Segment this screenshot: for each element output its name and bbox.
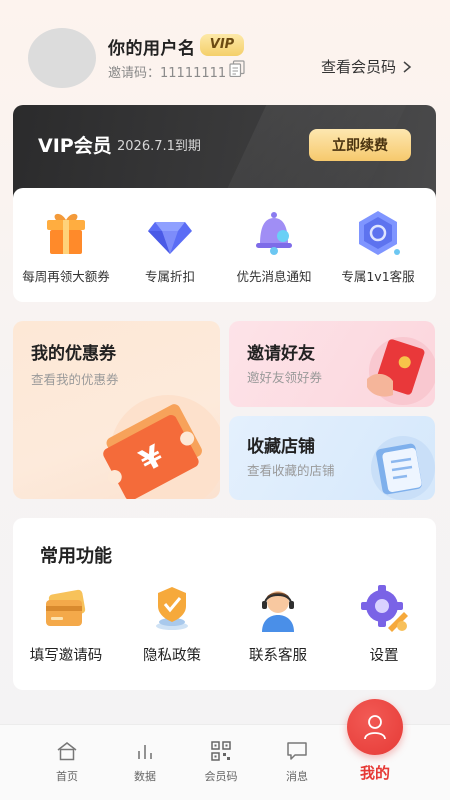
invite-card-title: 邀请好友: [247, 344, 315, 364]
benefit-label: 专属1v1客服: [341, 269, 415, 284]
benefit-priority-notify[interactable]: 优先消息通知: [221, 208, 327, 285]
nav-mine-button[interactable]: [347, 699, 403, 755]
invite-code-value: 11111111: [160, 66, 227, 81]
function-contact-support[interactable]: 联系客服: [225, 582, 331, 665]
chevron-right-icon: [403, 61, 412, 73]
function-enter-invite-code[interactable]: 填写邀请码: [13, 582, 119, 665]
function-label: 填写邀请码: [29, 648, 103, 664]
avatar[interactable]: [28, 28, 96, 88]
common-functions-title: 常用功能: [40, 546, 112, 567]
benefit-exclusive-discount[interactable]: 专属折扣: [117, 208, 223, 285]
nav-label: 消息: [286, 770, 308, 783]
nav-mine-label[interactable]: 我的: [345, 762, 405, 783]
vip-title: VIP会员: [38, 135, 112, 157]
bar-chart-icon: [138, 745, 152, 759]
invite-friends-card[interactable]: 邀请好友 邀好友领好券: [229, 321, 435, 407]
function-privacy-policy[interactable]: 隐私政策: [119, 582, 225, 665]
username: 你的用户名: [108, 39, 196, 59]
coupon-card-title: 我的优惠券: [31, 344, 116, 364]
vip-badge: VIP: [200, 34, 244, 56]
my-coupons-card[interactable]: 我的优惠券 查看我的优惠券 ¥: [13, 321, 220, 499]
home-icon: [57, 742, 77, 761]
common-functions-panel: 常用功能 填写邀请码 隐私政策 联系客服 设置: [13, 518, 436, 690]
message-icon: [287, 742, 307, 760]
function-label: 隐私政策: [143, 648, 201, 664]
invite-card-subtitle: 邀好友领好券: [247, 370, 323, 385]
support-agent-icon: [262, 591, 294, 632]
invite-code-line: 邀请码：11111111: [108, 62, 226, 81]
shield-icon: [156, 587, 188, 630]
view-member-code-link[interactable]: 查看会员码: [321, 56, 412, 77]
gift-icon: [47, 213, 85, 254]
renew-button[interactable]: 立即续费: [309, 129, 411, 161]
nav-messages[interactable]: 消息: [267, 741, 327, 784]
benefit-label: 优先消息通知: [236, 269, 312, 284]
card-icon: [46, 589, 86, 626]
nav-home[interactable]: 首页: [37, 741, 97, 784]
copy-icon[interactable]: [229, 60, 245, 77]
qr-code-icon: [211, 741, 231, 761]
benefit-1v1-service[interactable]: 专属1v1客服: [325, 208, 431, 285]
nav-data[interactable]: 数据: [115, 741, 175, 784]
bell-icon: [256, 212, 292, 255]
nav-label: 数据: [134, 770, 156, 783]
nav-label: 首页: [56, 770, 78, 783]
vip-benefits-panel: 每周再领大额券 专属折扣 优先消息通知 专属1v1客服: [13, 188, 436, 302]
function-settings[interactable]: 设置: [331, 582, 437, 665]
favorites-card-title: 收藏店铺: [247, 437, 315, 457]
user-icon: [364, 715, 386, 740]
function-label: 设置: [369, 648, 399, 664]
benefit-label: 每周再领大额券: [22, 269, 110, 284]
benefit-label: 专属折扣: [144, 269, 195, 284]
customer-service-icon: [359, 211, 400, 255]
benefit-weekly-coupon[interactable]: 每周再领大额券: [13, 208, 119, 285]
favorite-shops-card[interactable]: 收藏店铺 查看收藏的店铺: [229, 416, 435, 500]
nav-member-code[interactable]: 会员码: [191, 741, 251, 784]
function-label: 联系客服: [249, 648, 307, 664]
profile-header: 你的用户名 VIP 邀请码：11111111 查看会员码: [28, 28, 428, 88]
red-envelope-icon: [367, 337, 435, 405]
settings-gear-icon: [361, 585, 408, 632]
coupon-ticket-icon: ¥: [103, 395, 220, 499]
wallet-icon: [371, 436, 435, 500]
invite-code-label: 邀请码：: [108, 66, 161, 81]
favorites-card-subtitle: 查看收藏的店铺: [247, 463, 335, 478]
diamond-icon: [148, 222, 192, 254]
vip-expire-date: 2026.7.1到期: [117, 139, 201, 154]
view-member-code-label: 查看会员码: [320, 58, 396, 76]
nav-label: 会员码: [204, 770, 238, 783]
